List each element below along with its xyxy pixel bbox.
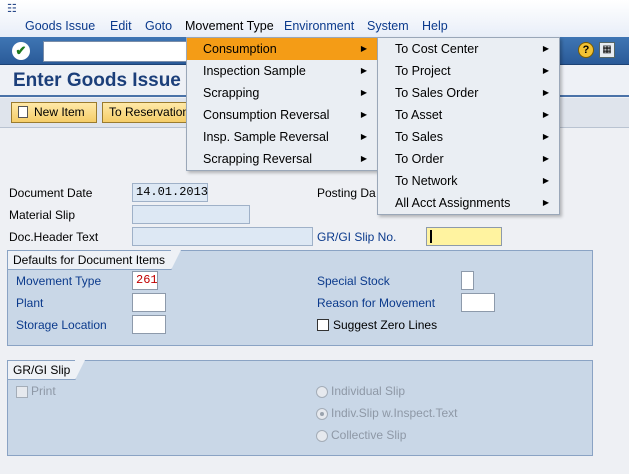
- individual-slip-radio[interactable]: [316, 386, 328, 398]
- submenu-arrow-icon: ▶: [360, 66, 367, 75]
- menu-scrapping[interactable]: Scrapping ▶: [187, 82, 377, 104]
- indiv-slip-inspect-label: Indiv.Slip w.Inspect.Text: [331, 406, 458, 420]
- submenu-arrow-icon: ▶: [360, 44, 367, 53]
- submenu-arrow-icon: ▶: [542, 198, 549, 207]
- submenu-arrow-icon: ▶: [542, 176, 549, 185]
- movement-type-label: Movement Type: [16, 274, 102, 288]
- movement-type-value: 261: [136, 273, 158, 287]
- submenu-to-asset-label: To Asset: [395, 108, 443, 122]
- menu-system[interactable]: System: [367, 19, 409, 33]
- document-icon: [18, 106, 28, 118]
- menu-consumption-label: Consumption: [203, 42, 277, 56]
- menu-edit[interactable]: Edit: [110, 19, 132, 33]
- gr-gi-slip-group: [7, 360, 593, 456]
- document-date-label: Document Date: [9, 186, 93, 200]
- submenu-arrow-icon: ▶: [542, 154, 549, 163]
- submenu-to-sales[interactable]: To Sales ▶: [378, 126, 559, 148]
- document-date-field[interactable]: 14.01.2013: [132, 183, 208, 202]
- menu-scrapping-reversal[interactable]: Scrapping Reversal ▶: [187, 148, 377, 170]
- reason-for-movement-label: Reason for Movement: [317, 296, 436, 310]
- new-item-button[interactable]: New Item: [11, 102, 97, 123]
- menu-insp-sample-reversal[interactable]: Insp. Sample Reversal ▶: [187, 126, 377, 148]
- movement-type-field[interactable]: 261: [132, 271, 158, 290]
- reason-for-movement-field[interactable]: [461, 293, 495, 312]
- gr-gi-slip-no-value: [430, 230, 501, 243]
- movement-type-menu: Consumption ▶ Inspection Sample ▶ Scrappin…: [186, 37, 378, 171]
- defaults-group-tab: Defaults for Document Items: [8, 250, 181, 270]
- submenu-to-project-label: To Project: [395, 64, 451, 78]
- plant-label: Plant: [16, 296, 44, 310]
- submenu-arrow-icon: ▶: [542, 44, 549, 53]
- page-title: Enter Goods Issue: [13, 70, 181, 91]
- submenu-arrow-icon: ▶: [542, 66, 549, 75]
- submenu-all-acct-assignments-label: All Acct Assignments: [395, 196, 511, 210]
- submenu-all-acct-assignments[interactable]: All Acct Assignments ▶: [378, 192, 559, 214]
- gr-gi-slip-group-title: GR/GI Slip: [13, 363, 71, 377]
- menu-consumption-reversal-label: Consumption Reversal: [203, 108, 330, 122]
- command-field[interactable]: [43, 41, 193, 62]
- submenu-to-cost-center-label: To Cost Center: [395, 42, 479, 56]
- special-stock-field[interactable]: [461, 271, 474, 290]
- posting-date-label: Posting Da: [317, 186, 376, 200]
- special-stock-label: Special Stock: [317, 274, 390, 288]
- consumption-submenu: To Cost Center ▶ To Project ▶ To Sales Ord…: [377, 37, 560, 215]
- doc-header-text-field[interactable]: [132, 227, 313, 246]
- menu-movement-type[interactable]: Movement Type: [185, 19, 274, 33]
- menu-consumption[interactable]: Consumption ▶: [187, 38, 377, 60]
- to-reservation-button[interactable]: To Reservation: [102, 102, 192, 123]
- menu-environment[interactable]: Environment: [284, 19, 354, 33]
- submenu-arrow-icon: ▶: [542, 132, 549, 141]
- material-slip-label: Material Slip: [9, 208, 76, 222]
- system-menu-icon[interactable]: ☷: [7, 3, 23, 16]
- defaults-group-title: Defaults for Document Items: [13, 253, 166, 267]
- submenu-to-network-label: To Network: [395, 174, 458, 188]
- suggest-zero-lines-checkbox[interactable]: [317, 319, 329, 331]
- menu-help[interactable]: Help: [422, 19, 448, 33]
- menu-scrapping-reversal-label: Scrapping Reversal: [203, 152, 313, 166]
- submenu-to-sales-order-label: To Sales Order: [395, 86, 479, 100]
- gr-gi-slip-group-tab: GR/GI Slip: [8, 360, 85, 380]
- storage-location-label: Storage Location: [16, 318, 107, 332]
- help-icon[interactable]: ?: [578, 42, 594, 58]
- to-reservation-label: To Reservation: [109, 105, 190, 119]
- doc-header-text-label: Doc.Header Text: [9, 230, 99, 244]
- submenu-to-sales-label: To Sales: [395, 130, 443, 144]
- storage-location-field[interactable]: [132, 315, 166, 334]
- submenu-arrow-icon: ▶: [360, 154, 367, 163]
- menu-goods-issue[interactable]: Goods Issue: [25, 19, 95, 33]
- new-item-label: New Item: [34, 105, 85, 119]
- submenu-to-order[interactable]: To Order ▶: [378, 148, 559, 170]
- material-slip-field[interactable]: [132, 205, 250, 224]
- menu-scrapping-label: Scrapping: [203, 86, 260, 100]
- submenu-to-network[interactable]: To Network ▶: [378, 170, 559, 192]
- individual-slip-label: Individual Slip: [331, 384, 406, 398]
- print-checkbox[interactable]: [16, 386, 28, 398]
- submenu-arrow-icon: ▶: [542, 88, 549, 97]
- menu-insp-sample-reversal-label: Insp. Sample Reversal: [203, 130, 329, 144]
- gr-gi-slip-no-label: GR/GI Slip No.: [317, 230, 397, 244]
- print-label: Print: [31, 384, 56, 398]
- submenu-to-cost-center[interactable]: To Cost Center ▶: [378, 38, 559, 60]
- submenu-arrow-icon: ▶: [360, 110, 367, 119]
- menu-goto[interactable]: Goto: [145, 19, 172, 33]
- menu-consumption-reversal[interactable]: Consumption Reversal ▶: [187, 104, 377, 126]
- menu-inspection-sample-label: Inspection Sample: [203, 64, 306, 78]
- submenu-to-order-label: To Order: [395, 152, 444, 166]
- submenu-to-sales-order[interactable]: To Sales Order ▶: [378, 82, 559, 104]
- menu-inspection-sample[interactable]: Inspection Sample ▶: [187, 60, 377, 82]
- submenu-arrow-icon: ▶: [360, 88, 367, 97]
- gr-gi-slip-no-field[interactable]: [426, 227, 502, 246]
- collective-slip-radio[interactable]: [316, 430, 328, 442]
- submenu-to-project[interactable]: To Project ▶: [378, 60, 559, 82]
- check-icon[interactable]: ✔: [12, 42, 30, 60]
- submenu-arrow-icon: ▶: [360, 132, 367, 141]
- document-date-value: 14.01.2013: [136, 185, 209, 199]
- layout-menu-icon[interactable]: ▦: [599, 42, 615, 58]
- submenu-to-asset[interactable]: To Asset ▶: [378, 104, 559, 126]
- plant-field[interactable]: [132, 293, 166, 312]
- collective-slip-label: Collective Slip: [331, 428, 407, 442]
- submenu-arrow-icon: ▶: [542, 110, 549, 119]
- suggest-zero-lines-label: Suggest Zero Lines: [333, 318, 438, 332]
- indiv-slip-inspect-radio[interactable]: [316, 408, 328, 420]
